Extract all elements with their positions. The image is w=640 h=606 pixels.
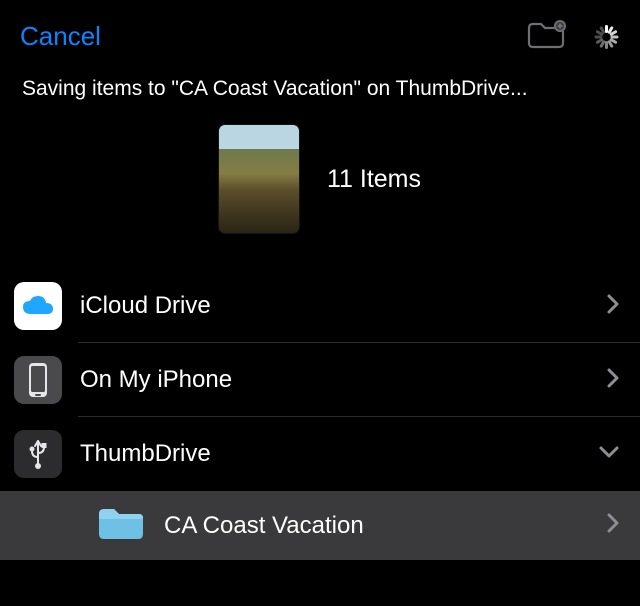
location-label: On My iPhone [80,366,588,394]
location-row-iphone[interactable]: On My iPhone [0,343,640,417]
usb-icon [14,430,62,478]
icloud-icon [14,282,62,330]
status-text: Saving items to "CA Coast Vacation" on T… [0,69,640,101]
chevron-down-icon [598,445,620,464]
new-folder-icon[interactable] [526,18,566,55]
preview-thumbnail [219,125,299,233]
preview-row: 11 Items [0,125,640,233]
location-label: iCloud Drive [80,292,588,320]
chevron-right-icon [606,367,620,394]
folder-label: CA Coast Vacation [164,512,588,540]
iphone-icon [14,356,62,404]
folder-icon [96,504,146,547]
location-row-icloud[interactable]: iCloud Drive [0,269,640,343]
folder-row-selected[interactable]: CA Coast Vacation [0,491,640,560]
location-label: ThumbDrive [80,440,580,468]
chevron-right-icon [606,293,620,320]
spinner-icon [592,23,620,51]
cancel-button[interactable]: Cancel [20,21,101,52]
locations-list: iCloud Drive On My iPhone [0,269,640,560]
header: Cancel [0,0,640,69]
items-count-label: 11 Items [327,165,421,194]
location-row-thumbdrive[interactable]: ThumbDrive [0,417,640,491]
chevron-right-icon [606,512,620,539]
header-actions [526,18,620,55]
